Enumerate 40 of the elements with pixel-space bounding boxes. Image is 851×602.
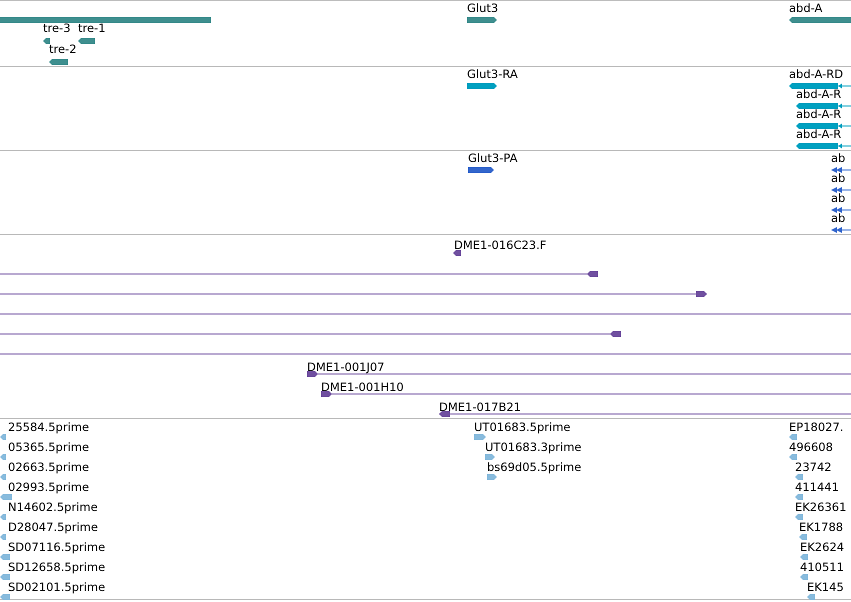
feature-label: ab bbox=[831, 192, 846, 205]
feature-label: tre-1 bbox=[78, 22, 106, 35]
feature-label: EK145 bbox=[807, 581, 844, 594]
feature-label: SD12658.5prime bbox=[8, 561, 106, 574]
feature-label: 25584.5prime bbox=[8, 421, 90, 434]
feature-label: Glut3 bbox=[467, 2, 498, 15]
feature-label: 05365.5prime bbox=[8, 441, 90, 454]
feature-label: DME1-016C23.F bbox=[454, 239, 546, 252]
feature-label: DME1-001H10 bbox=[321, 381, 404, 394]
feature-label: abd-A bbox=[789, 2, 822, 15]
feature-label: N14602.5prime bbox=[8, 501, 98, 514]
feature-label: EK1788 bbox=[799, 521, 844, 534]
feature-label: Glut3-RA bbox=[467, 68, 518, 81]
feature-label: SD02101.5prime bbox=[8, 581, 106, 594]
feature-label: tre-2 bbox=[49, 43, 77, 56]
feature-label: 410511 bbox=[800, 561, 844, 574]
feature-label: 496608 bbox=[789, 441, 833, 454]
feature-label: 411441 bbox=[795, 481, 839, 494]
feature-label: ab bbox=[831, 212, 846, 225]
feature-label: 02663.5prime bbox=[8, 461, 90, 474]
feature-label: EK2624 bbox=[800, 541, 844, 554]
feature-label: 23742 bbox=[795, 461, 832, 474]
feature-label: ab bbox=[831, 152, 846, 165]
feature-label: EP18027. bbox=[789, 421, 844, 434]
feature-label: ab bbox=[831, 172, 846, 185]
feature-label: bs69d05.5prime bbox=[487, 461, 582, 474]
feature-label: DME1-017B21 bbox=[439, 401, 521, 414]
feature-label: abd-A-R bbox=[796, 88, 842, 101]
feature-label: UT01683.3prime bbox=[485, 441, 582, 454]
feature-label: D28047.5prime bbox=[8, 521, 98, 534]
feature-label: tre-3 bbox=[43, 22, 71, 35]
feature-label: Glut3-PA bbox=[468, 152, 518, 165]
feature-label: abd-A-R bbox=[796, 128, 842, 141]
feature-label: abd-A-RD bbox=[789, 68, 844, 81]
feature-label: UT01683.5prime bbox=[474, 421, 570, 434]
feature-label: EK26361 bbox=[795, 501, 846, 514]
feature-label: abd-A-R bbox=[796, 108, 842, 121]
feature-label: SD07116.5prime bbox=[8, 541, 106, 554]
feature-label: 02993.5prime bbox=[8, 481, 90, 494]
feature-label: DME1-001J07 bbox=[307, 361, 384, 374]
